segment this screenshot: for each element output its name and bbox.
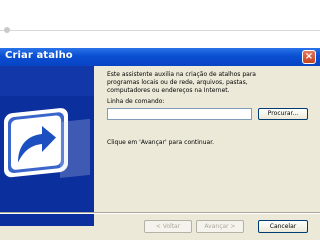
back-button[interactable]: < Voltar — [144, 220, 192, 233]
create-shortcut-dialog: Criar atalho × Este assistente auxilia n… — [0, 48, 320, 240]
intro-line: computadores ou endereços na Internet. — [107, 87, 230, 94]
continue-instruction: Clique em 'Avançar' para continuar. — [107, 139, 215, 146]
title-bar: Criar atalho × — [0, 48, 320, 66]
button-separator — [0, 212, 320, 214]
cancel-button[interactable]: Cancelar — [258, 220, 308, 233]
close-button[interactable]: × — [302, 50, 316, 64]
command-line-input[interactable] — [107, 108, 252, 120]
slide-divider-dot — [4, 27, 10, 33]
command-line-label: Linha de comando: — [107, 98, 165, 105]
close-icon: × — [304, 51, 314, 62]
slide-divider — [0, 30, 320, 31]
intro-line: Este assistente auxilia na criação de at… — [107, 71, 256, 78]
next-button[interactable]: Avançar > — [196, 220, 244, 233]
window-title: Criar atalho — [5, 50, 73, 61]
shortcut-arrow-icon — [0, 66, 94, 226]
wizard-side-panel — [0, 66, 94, 226]
intro-text: Este assistente auxilia na criação de at… — [107, 71, 312, 95]
intro-line: programas locais ou de rede, arquivos, p… — [107, 79, 248, 86]
browse-button[interactable]: Procurar... — [258, 108, 308, 120]
